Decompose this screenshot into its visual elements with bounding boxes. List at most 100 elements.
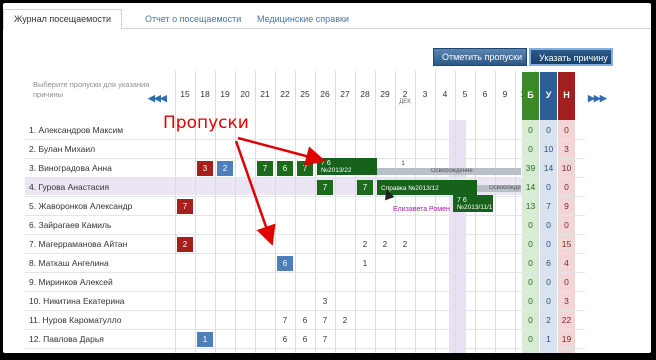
day-header[interactable]: 18 [195,89,215,99]
day-header[interactable]: 25 [295,89,315,99]
student-name[interactable]: 5. Жаворонков Александр [29,201,132,211]
row-divider [25,177,585,178]
total-b: 0 [528,239,533,249]
absence-mark-cell[interactable]: 2 [337,313,353,328]
total-h: 3 [564,296,569,306]
next-period-arrow-icon[interactable]: ▶▶▶ [588,93,607,104]
tab-medical-certificates[interactable]: Медицинские справки [247,10,359,29]
absence-mark-cell[interactable]: 7 [317,180,333,195]
bar-certificate-label: №2013/11/1 [457,204,493,211]
absence-mark-cell[interactable]: 7 [357,180,373,195]
absence-mark-cell[interactable]: 6 [297,313,313,328]
total-u: 0 [546,239,551,249]
total-b: 13 [525,201,536,211]
total-b: 0 [528,220,533,230]
day-header[interactable]: 28 [355,89,375,99]
absence-mark-cell[interactable]: 6 [277,332,293,347]
attendance-window: Журнал посещаемости Отчет о посещаемости… [3,3,651,353]
absence-mark-cell[interactable]: 6 [297,332,313,347]
specify-reason-button[interactable]: Указать причину [529,48,613,66]
total-b: 39 [525,163,536,173]
absence-mark-cell[interactable]: 7 [257,161,273,176]
absence-mark-cell[interactable]: 6 [277,161,293,176]
total-b: 0 [528,258,533,268]
tab-attendance-journal[interactable]: Журнал посещаемости [3,9,122,30]
row-divider [25,215,585,216]
day-header[interactable]: 3 [415,89,435,99]
total-h: 15 [561,239,572,249]
day-header[interactable]: 2 [395,89,415,99]
student-name[interactable]: 8. Маткаш Ангелина [29,258,109,268]
absence-mark-cell[interactable]: 1 [357,256,373,271]
day-header[interactable]: 6 [475,89,495,99]
absence-mark-cell[interactable]: 3 [317,294,333,309]
day-header[interactable]: 5 [455,89,475,99]
row-divider [25,158,585,159]
total-u: 10 [543,144,554,154]
absence-mark-cell[interactable]: 2 [397,237,413,252]
student-name[interactable]: 7. Магерраманова Айтан [29,239,127,249]
student-name[interactable]: 4. Гурова Анастасия [29,182,109,192]
total-h: 0 [564,182,569,192]
absence-mark-cell[interactable]: 2 [217,161,233,176]
total-b: 0 [528,296,533,306]
row-divider [25,234,585,235]
absence-mark-cell[interactable]: 7 [277,313,293,328]
row-divider [25,253,585,254]
day-header[interactable]: 21 [255,89,275,99]
day-header[interactable]: 29 [375,89,395,99]
absence-bar-anna[interactable]: 7 6 №2013/22 [317,158,377,175]
student-name[interactable]: 2. Булан Михаил [29,144,95,154]
absence-mark-cell[interactable]: 6 [277,256,293,271]
absence-mark-cell[interactable]: 7 [317,332,333,347]
totals-header-h: Н [558,72,575,120]
total-h: 9 [564,201,569,211]
mark-absences-button[interactable]: Отметить пропуски [433,48,527,66]
student-name[interactable]: 6. Зайрагаев Камиль [29,220,111,230]
total-h: 0 [564,277,569,287]
weekend-column-highlight [449,120,466,353]
student-name[interactable]: 12. Павлова Дарья [29,334,104,344]
day-header[interactable]: 19 [215,89,235,99]
absence-mark-cell[interactable]: 7 [177,199,193,214]
student-name[interactable]: 1. Александров Максим [29,125,123,135]
student-name[interactable]: 11. Нуров Кароматулло [29,315,121,325]
row-divider [25,329,585,330]
day-header[interactable]: 22 [275,89,295,99]
bar-certificate-label: №2013/22 [321,167,352,174]
bar-numbers: 7 6 [321,160,331,167]
prev-period-arrow-icon[interactable]: ◀◀◀ [148,93,167,104]
absence-mark-cell[interactable]: 2 [377,237,393,252]
day-header[interactable]: 15 [175,89,195,99]
day-header[interactable]: 27 [335,89,355,99]
total-u: 7 [546,201,551,211]
absence-mark-cell[interactable]: 2 [357,237,373,252]
student-name-tooltip: Елизавета Ромен [393,206,450,213]
absence-mark-cell[interactable]: 3 [197,161,213,176]
student-name[interactable]: 3. Виноградова Анна [29,163,112,173]
certificate-label: Справка №2013/12 [381,185,439,192]
bar-numbers: 7 6 [457,197,467,204]
total-b: 0 [528,277,533,287]
day-header[interactable]: 20 [235,89,255,99]
student-name[interactable]: 9. Миринков Алексей [29,277,113,287]
tab-attendance-report[interactable]: Отчет о посещаемости [135,10,251,29]
row-divider [25,196,585,197]
absence-mark-cell[interactable]: 1 [197,332,213,347]
row-divider [25,348,585,349]
total-u: 0 [546,220,551,230]
day-header[interactable]: 9 [495,89,515,99]
selection-hint: Выберите пропуски для указания причины [33,80,150,99]
total-u: 0 [546,296,551,306]
absence-mark-cell[interactable]: 7 [317,313,333,328]
row-divider [25,139,585,140]
totals-header-u: У [540,72,557,120]
absence-mark-cell[interactable]: 2 [177,237,193,252]
day-header[interactable]: 4 [435,89,455,99]
absence-bar-zhavoronkov[interactable]: 7 6 №2013/11/1 [453,195,493,212]
total-b: 0 [528,315,533,325]
day-header[interactable]: 26 [315,89,335,99]
total-h: 4 [564,258,569,268]
student-name[interactable]: 10. Никитина Екатерина [29,296,125,306]
absence-mark-cell[interactable]: 7 [297,161,313,176]
